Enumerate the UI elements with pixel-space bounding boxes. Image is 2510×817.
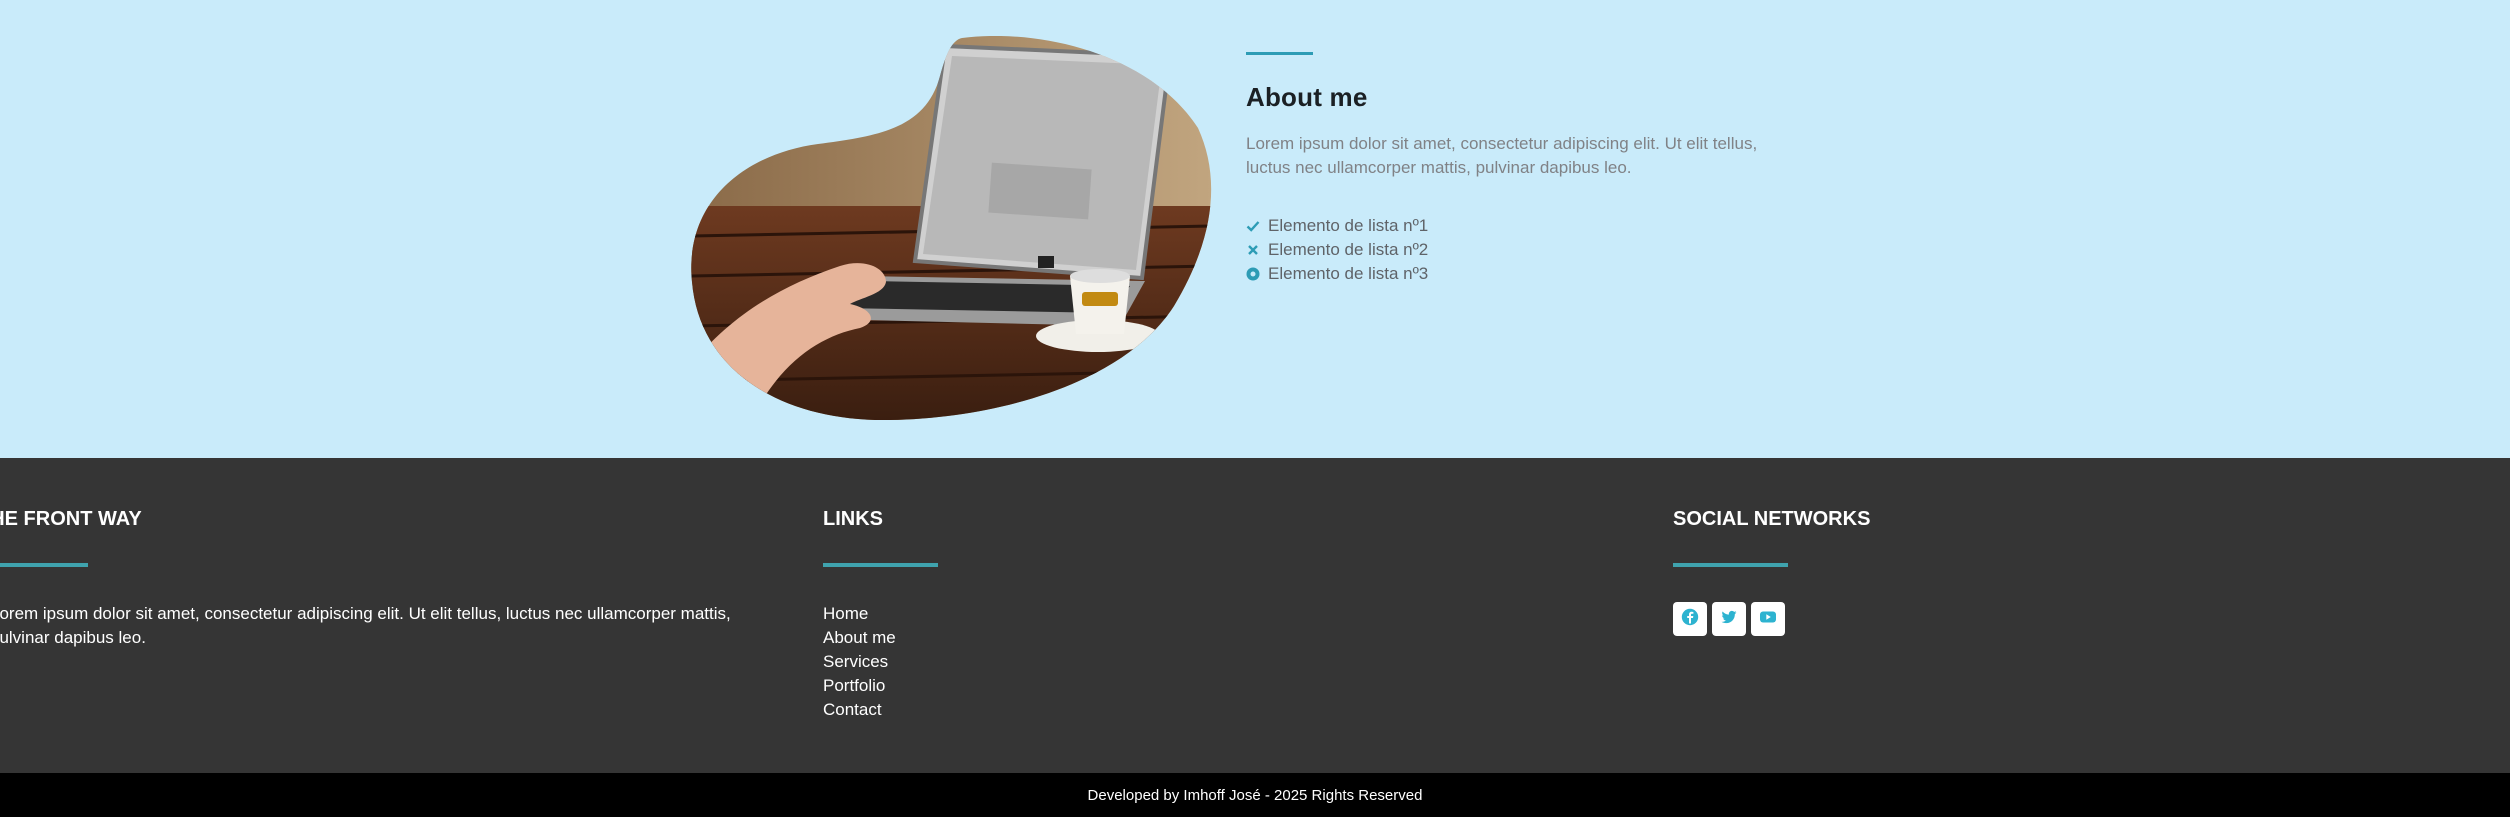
footer-social-title: SOCIAL NETWORKS [1673, 508, 1871, 530]
check-icon [1246, 219, 1260, 233]
list-item-label: Elemento de lista nº3 [1268, 264, 1429, 283]
copyright-bar: Developed by Imhoff José - 2025 Rights R… [0, 773, 2510, 817]
about-accent-line [1246, 52, 1313, 55]
youtube-icon [1759, 608, 1777, 631]
footer-link-item: About me [823, 626, 896, 650]
about-title: About me [1246, 82, 1368, 112]
footer-social-accent [1673, 563, 1788, 567]
list-item-label: Elemento de lista nº2 [1268, 240, 1429, 259]
times-icon [1246, 243, 1260, 257]
footer-brand-title: THE FRONT WAY [0, 508, 142, 530]
footer-link-services[interactable]: Services [823, 652, 888, 671]
site-footer: THE FRONT WAY Lorem ipsum dolor sit amet… [0, 458, 2510, 773]
footer-brand-text: Lorem ipsum dolor sit amet, consectetur … [0, 604, 731, 647]
footer-link-portfolio[interactable]: Portfolio [823, 676, 885, 695]
footer-link-item: Services [823, 650, 896, 674]
list-item: Elemento de lista nº3 [1246, 262, 1428, 286]
list-item-label: Elemento de lista nº1 [1268, 216, 1429, 235]
footer-link-contact[interactable]: Contact [823, 700, 882, 719]
laptop-photo [690, 36, 1212, 422]
footer-link-item: Contact [823, 698, 896, 722]
youtube-button[interactable] [1751, 602, 1785, 636]
about-feature-list: Elemento de lista nº1 Elemento de lista … [1246, 214, 1428, 286]
facebook-icon [1681, 608, 1699, 631]
footer-brand-accent [0, 563, 88, 567]
footer-links-title: LINKS [823, 508, 883, 530]
about-section: About me Lorem ipsum dolor sit amet, con… [0, 0, 2510, 458]
social-icons-row [1673, 602, 1785, 636]
footer-link-about[interactable]: About me [823, 628, 896, 647]
list-item: Elemento de lista nº1 [1246, 214, 1428, 238]
footer-links-accent [823, 563, 938, 567]
list-item: Elemento de lista nº2 [1246, 238, 1428, 262]
facebook-button[interactable] [1673, 602, 1707, 636]
twitter-icon [1720, 608, 1738, 631]
dot-circle-icon [1246, 267, 1260, 281]
footer-link-home[interactable]: Home [823, 604, 868, 623]
about-description: Lorem ipsum dolor sit amet, consectetur … [1246, 134, 1758, 177]
footer-links-list: Home About me Services Portfolio Contact [823, 602, 896, 722]
footer-link-item: Portfolio [823, 674, 896, 698]
twitter-button[interactable] [1712, 602, 1746, 636]
copyright-text: Developed by Imhoff José - 2025 Rights R… [1087, 786, 1423, 804]
footer-link-item: Home [823, 602, 896, 626]
